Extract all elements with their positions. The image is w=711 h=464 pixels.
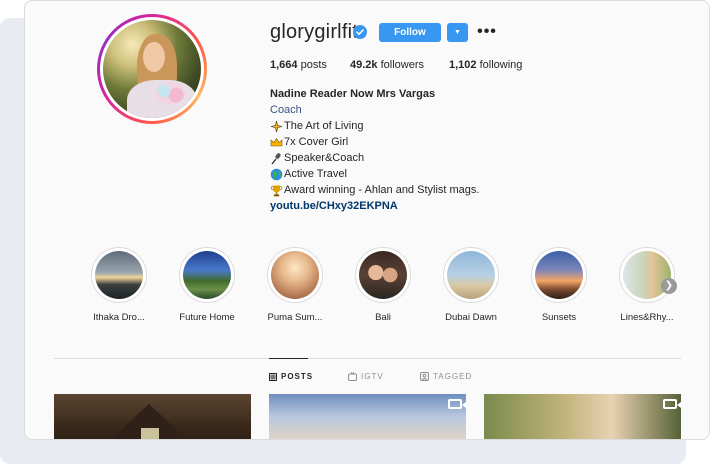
active-tab-indicator bbox=[269, 358, 308, 359]
profile-window: glorygirlfit Follow ▼ ••• 1,664 posts 49… bbox=[24, 0, 710, 440]
highlight-cover bbox=[359, 251, 407, 299]
profile-avatar[interactable] bbox=[97, 14, 207, 124]
profile-tabs: POSTS IGTV TAGGED bbox=[25, 372, 709, 386]
tab-posts[interactable]: POSTS bbox=[269, 372, 313, 381]
highlight-cover bbox=[95, 251, 143, 299]
trophy-icon bbox=[270, 185, 283, 196]
more-options-icon[interactable]: ••• bbox=[477, 23, 497, 42]
bio-line: The Art of Living bbox=[270, 118, 479, 134]
highlight-label: Puma Sum... bbox=[267, 312, 323, 323]
chevron-right-icon[interactable]: ❯ bbox=[661, 278, 677, 294]
highlight-label: Sunsets bbox=[541, 312, 577, 323]
bio-line: 7x Cover Girl bbox=[270, 134, 479, 150]
tv-icon bbox=[348, 372, 357, 381]
profile-full-name: Nadine Reader Now Mrs Vargas bbox=[270, 88, 436, 100]
highlight-item[interactable]: Puma Sum... bbox=[255, 247, 335, 323]
follow-dropdown-button[interactable]: ▼ bbox=[447, 23, 468, 42]
highlight-label: Lines&Rhy... bbox=[620, 312, 674, 323]
video-icon bbox=[448, 399, 466, 409]
microphone-icon bbox=[271, 152, 281, 164]
highlight-label: Dubai Dawn bbox=[445, 312, 497, 323]
profile-username: glorygirlfit bbox=[270, 21, 358, 43]
post-thumbnail[interactable] bbox=[54, 394, 251, 439]
highlight-item[interactable]: Bali bbox=[343, 247, 423, 323]
verified-badge-icon bbox=[353, 25, 367, 39]
follow-button[interactable]: Follow bbox=[379, 23, 441, 42]
following-stat[interactable]: 1,102 following bbox=[449, 59, 522, 71]
story-highlights: Ithaka Dro... Future Home Puma Sum... Ba… bbox=[79, 247, 699, 327]
highlight-cover bbox=[183, 251, 231, 299]
followers-stat[interactable]: 49.2k followers bbox=[350, 59, 424, 71]
tabs-divider bbox=[54, 358, 681, 359]
post-thumbnail[interactable] bbox=[269, 394, 466, 439]
sparkle-icon bbox=[270, 120, 283, 132]
highlight-label: Bali bbox=[375, 312, 391, 323]
crown-icon bbox=[270, 137, 283, 146]
chevron-down-icon: ▼ bbox=[454, 29, 461, 36]
tab-igtv[interactable]: IGTV bbox=[348, 372, 384, 381]
avatar-photo bbox=[103, 20, 201, 118]
profile-bio: Nadine Reader Now Mrs Vargas Coach The A… bbox=[270, 86, 479, 214]
bio-line: Award winning - Ahlan and Stylist mags. bbox=[270, 182, 479, 198]
highlight-cover bbox=[447, 251, 495, 299]
highlight-item[interactable]: Dubai Dawn bbox=[431, 247, 511, 323]
globe-icon bbox=[270, 168, 283, 180]
posts-stat: 1,664 posts bbox=[270, 59, 327, 71]
highlight-item[interactable]: Future Home bbox=[167, 247, 247, 323]
bio-line: Active Travel bbox=[270, 166, 479, 182]
highlight-label: Future Home bbox=[179, 312, 235, 323]
highlight-cover bbox=[271, 251, 319, 299]
page: glorygirlfit Follow ▼ ••• 1,664 posts 49… bbox=[0, 0, 711, 464]
tab-tagged[interactable]: TAGGED bbox=[420, 372, 472, 381]
highlight-item[interactable]: Ithaka Dro... bbox=[79, 247, 159, 323]
profile-category: Coach bbox=[270, 104, 302, 116]
tag-icon bbox=[420, 372, 429, 381]
grid-icon bbox=[269, 372, 277, 381]
highlight-cover bbox=[535, 251, 583, 299]
highlight-item[interactable]: Sunsets bbox=[519, 247, 599, 323]
bio-website-link[interactable]: youtu.be/CHxy32EKPNA bbox=[270, 198, 479, 214]
post-thumbnail[interactable] bbox=[484, 394, 681, 439]
highlight-label: Ithaka Dro... bbox=[93, 312, 145, 323]
bio-line: Speaker&Coach bbox=[270, 150, 479, 166]
video-icon bbox=[663, 399, 681, 409]
